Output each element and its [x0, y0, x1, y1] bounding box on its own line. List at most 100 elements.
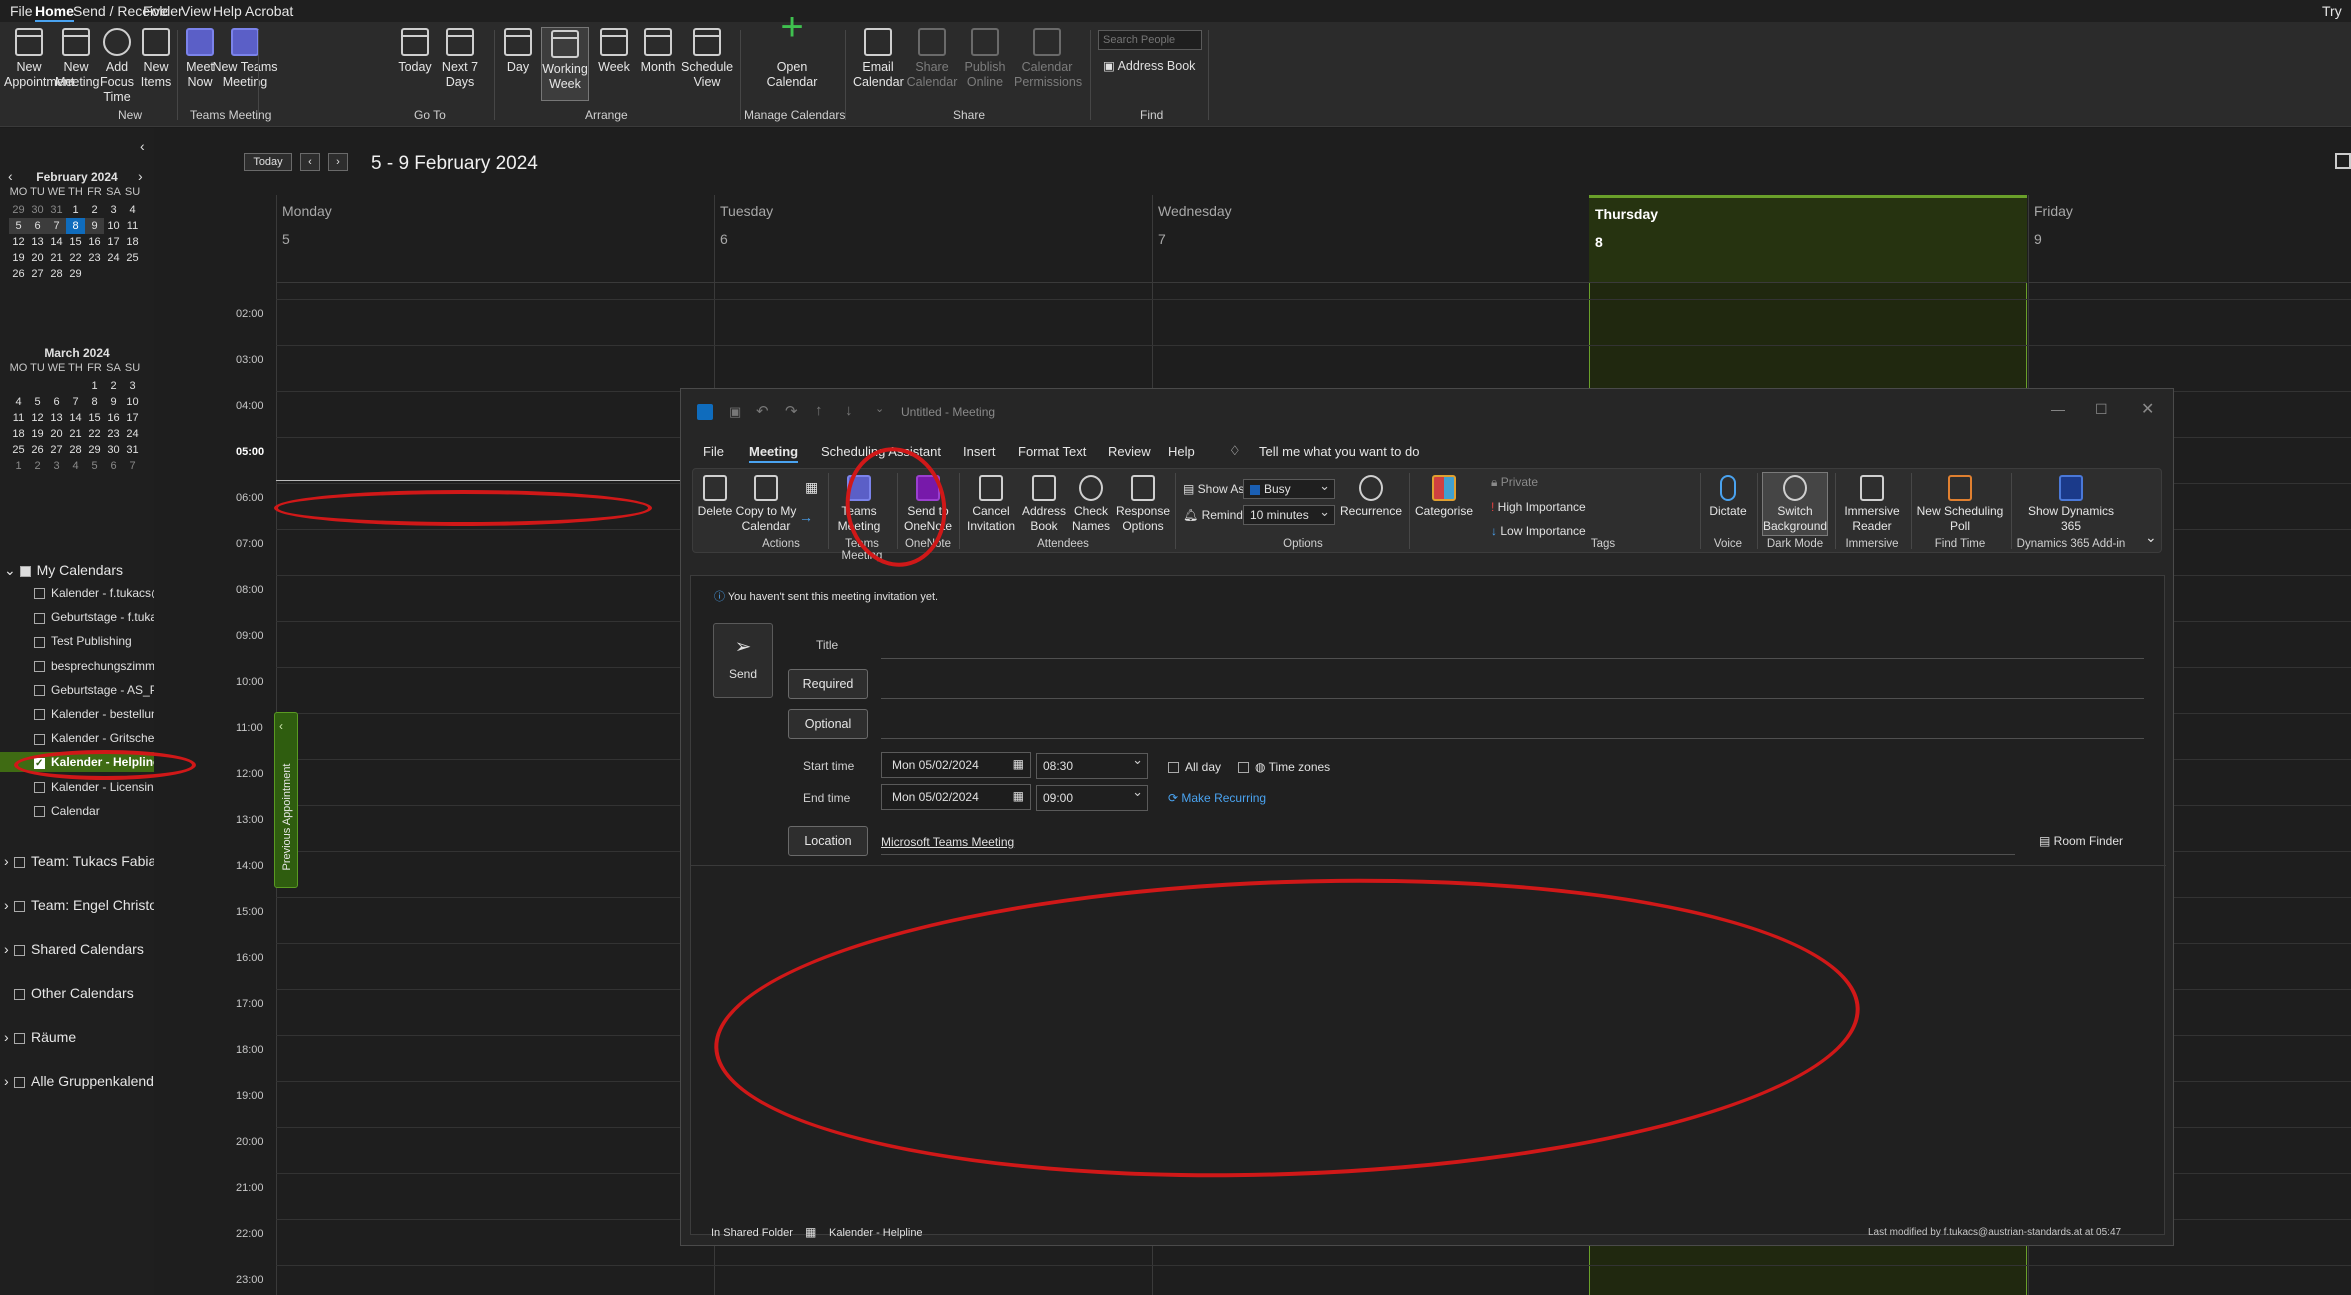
show-dynamics-button[interactable]: Show Dynamics 365 — [2021, 473, 2121, 534]
save-icon[interactable]: ▣ — [729, 404, 741, 420]
next-7-days-button[interactable]: Next 7 Days — [438, 22, 482, 90]
mini-calendar-day[interactable]: 18 — [9, 426, 28, 442]
mini-calendar-day[interactable]: 24 — [104, 250, 123, 266]
calendar-group[interactable]: › Räume — [4, 1029, 76, 1045]
folder-checkbox[interactable] — [34, 733, 45, 745]
make-recurring-button[interactable]: ⟳ Make Recurring — [1168, 791, 1266, 805]
day-header[interactable]: Friday 9 — [2028, 195, 2351, 283]
calendar-folder-item[interactable]: Kalender - f.tukacs@austrian... — [0, 583, 154, 603]
mini-calendar-day[interactable]: 15 — [85, 410, 104, 426]
mini-calendar-day[interactable]: 16 — [85, 234, 104, 250]
delete-button[interactable]: Delete — [697, 473, 733, 519]
calendar-grid-icon[interactable]: ▦ — [805, 479, 818, 496]
new-teams-meeting-button[interactable]: New Teams Meeting — [209, 22, 281, 90]
group-checkbox[interactable] — [19, 565, 31, 577]
end-date-picker[interactable]: Mon 05/02/2024 ▦ — [881, 784, 1031, 810]
group-checkbox[interactable] — [14, 1032, 25, 1044]
mini-calendar-day[interactable]: 27 — [28, 266, 47, 282]
previous-week-button[interactable]: ‹ — [300, 153, 320, 171]
low-importance-button[interactable]: ↓ Low Importance — [1491, 524, 1586, 538]
tab-help[interactable]: Help — [1168, 444, 1195, 459]
view-settings-icon[interactable] — [2335, 153, 2351, 169]
menu-folder[interactable]: Folder — [143, 3, 183, 19]
room-finder-button[interactable]: ▤ Room Finder — [2039, 834, 2123, 848]
mini-calendar-day[interactable]: 31 — [47, 202, 66, 218]
calendar-group[interactable]: › Shared Calendars — [4, 941, 144, 957]
tab-file[interactable]: File — [703, 444, 724, 459]
day-view-button[interactable]: Day — [500, 22, 536, 75]
menu-home[interactable]: Home — [35, 3, 74, 22]
calendar-folder-item[interactable]: Kalender - Gritschenberger... — [0, 728, 154, 748]
collapse-pane-icon[interactable]: ‹ — [140, 138, 145, 154]
mini-calendar-day[interactable]: 14 — [66, 410, 85, 426]
new-scheduling-poll-button[interactable]: New Scheduling Poll — [1915, 473, 2005, 534]
calendar-folder-item[interactable]: Calendar — [0, 801, 154, 821]
end-time-dropdown[interactable]: 09:00 — [1036, 784, 1148, 811]
add-focus-time-button[interactable]: Add Focus Time — [96, 22, 138, 105]
title-input[interactable] — [881, 658, 2144, 659]
tab-meeting[interactable]: Meeting — [749, 444, 799, 463]
mini-calendar-day[interactable]: 21 — [66, 426, 85, 442]
mini-calendar-day[interactable]: 11 — [123, 218, 142, 234]
mini-calendar-day[interactable]: 2 — [85, 202, 104, 218]
tab-review[interactable]: Review — [1108, 444, 1151, 459]
recurrence-button[interactable]: Recurrence — [1339, 473, 1403, 519]
mini-calendar-day[interactable]: 7 — [47, 218, 66, 234]
calendar-folder-item[interactable]: Kalender - Licensing — [0, 777, 154, 797]
redo-icon[interactable]: ↷ — [785, 402, 798, 420]
publish-online-button[interactable]: Publish Online — [960, 22, 1010, 90]
mini-calendar-day[interactable]: 9 — [104, 394, 123, 410]
tell-me-search[interactable]: Tell me what you want to do — [1259, 444, 1419, 459]
optional-button[interactable]: Optional — [788, 709, 868, 739]
menu-acrobat[interactable]: Acrobat — [245, 3, 293, 19]
send-button[interactable]: ➢ Send — [713, 623, 773, 698]
mini-calendar-day[interactable]: 14 — [47, 234, 66, 250]
calendar-folder-item[interactable]: besprechungszimmer EG — [0, 656, 154, 676]
calendar-group[interactable]: Other Calendars — [4, 985, 134, 1001]
mini-calendar-day[interactable]: 21 — [47, 250, 66, 266]
folder-checkbox[interactable] — [34, 806, 45, 818]
mini-calendar-day[interactable]: 23 — [104, 426, 123, 442]
menu-file[interactable]: File — [10, 3, 33, 19]
private-button[interactable]: 🔒︎ Private — [1491, 475, 1538, 490]
calendar-folder-item[interactable]: ✓ Kalender - Helpline — [0, 752, 154, 773]
mini-calendar-day[interactable]: 26 — [28, 442, 47, 458]
mini-calendar-day[interactable]: 10 — [123, 394, 142, 410]
mini-calendar-day[interactable]: 19 — [28, 426, 47, 442]
week-view-button[interactable]: Week — [596, 22, 632, 75]
customize-toolbar-icon[interactable]: ⌄ — [875, 402, 884, 415]
time-zones-checkbox[interactable]: ◍ Time zones — [1238, 760, 1330, 774]
day-header[interactable]: Tuesday 6 — [714, 195, 1152, 283]
tab-format-text[interactable]: Format Text — [1018, 444, 1086, 459]
minimize-icon[interactable]: — — [2051, 401, 2065, 417]
new-meeting-button[interactable]: New Meeting — [55, 22, 99, 90]
calendar-folder-item[interactable]: Geburtstage - AS_PBI_susr1 — [0, 680, 154, 700]
mini-calendar-day[interactable]: 5 — [28, 394, 47, 410]
open-calendar-button[interactable]: Open Calendar — [760, 20, 824, 90]
day-header[interactable]: Thursday 8 — [1589, 195, 2027, 283]
email-calendar-button[interactable]: Email Calendar — [853, 22, 904, 90]
mini-calendar-day[interactable]: 4 — [66, 458, 85, 474]
tab-insert[interactable]: Insert — [963, 444, 996, 459]
show-as-dropdown[interactable]: Busy — [1243, 478, 1335, 499]
folder-checkbox[interactable] — [34, 612, 45, 624]
mini-calendar-day[interactable]: 22 — [66, 250, 85, 266]
menu-view[interactable]: View — [181, 3, 211, 19]
location-button[interactable]: Location — [788, 826, 868, 856]
today-nav-button[interactable]: Today — [244, 153, 292, 171]
location-value[interactable]: Microsoft Teams Meeting — [881, 835, 1014, 849]
response-options-button[interactable]: Response Options — [1115, 473, 1171, 534]
mini-calendar-day[interactable]: 5 — [85, 458, 104, 474]
mini-calendar-day[interactable]: 23 — [85, 250, 104, 266]
mini-calendar-day[interactable]: 9 — [85, 218, 104, 234]
mini-calendar-day[interactable]: 29 — [66, 266, 85, 282]
mini-calendar-day[interactable]: 12 — [9, 234, 28, 250]
folder-checkbox[interactable] — [34, 685, 45, 697]
mini-calendar-day[interactable]: 27 — [47, 442, 66, 458]
mini-calendar-day[interactable]: 7 — [66, 394, 85, 410]
location-input[interactable] — [881, 854, 2015, 855]
share-calendar-button[interactable]: Share Calendar — [906, 22, 958, 90]
start-time-dropdown[interactable]: 08:30 — [1036, 752, 1148, 779]
mini-calendar-day[interactable]: 20 — [28, 250, 47, 266]
schedule-view-button[interactable]: Schedule View — [681, 22, 733, 90]
